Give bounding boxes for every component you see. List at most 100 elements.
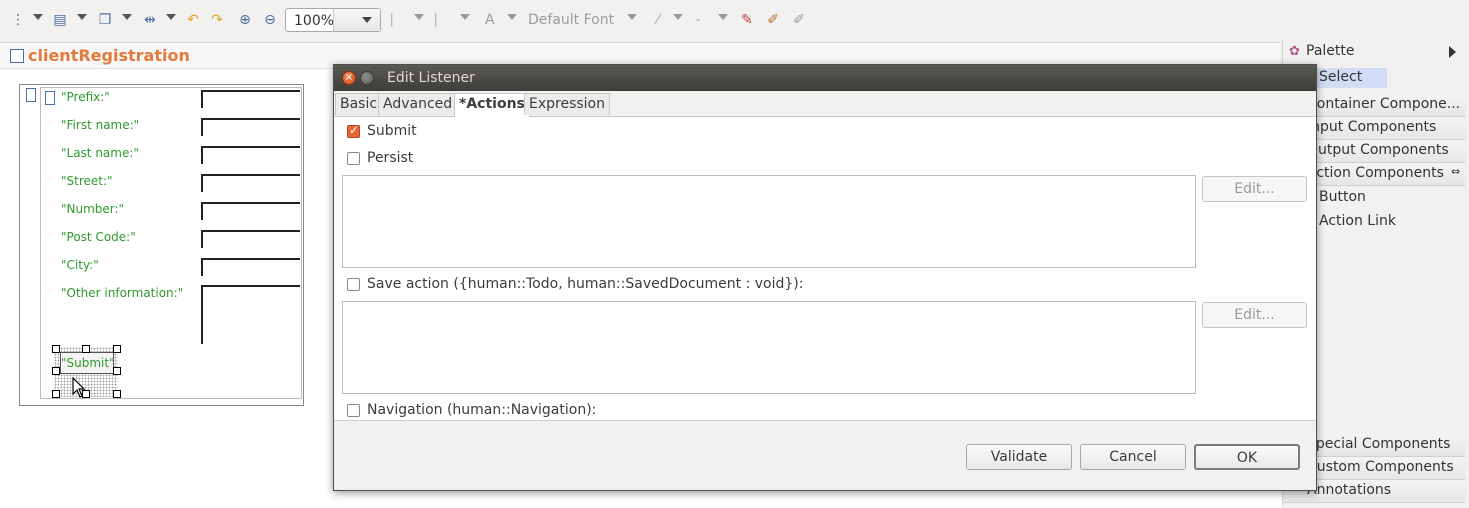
dialog-tabs: Basic Advanced *Actions Expression <box>334 92 1316 117</box>
form-field-number[interactable] <box>201 202 300 220</box>
palette-title: Palette <box>1306 43 1355 59</box>
palette-header[interactable]: ✿ Palette <box>1283 40 1469 64</box>
selection-handle[interactable] <box>82 345 90 353</box>
submit-checkbox[interactable] <box>347 123 360 138</box>
drawer-label: Input Components <box>1307 119 1437 135</box>
selection-handle[interactable] <box>113 390 121 398</box>
page-dropdown[interactable] <box>122 14 132 20</box>
align-right-dropdown[interactable] <box>460 14 470 20</box>
tab-advanced[interactable]: Advanced <box>378 93 458 115</box>
editor-file-icon <box>10 49 24 63</box>
form-field-post-code[interactable] <box>201 230 300 248</box>
navigation-checkbox-label[interactable]: Navigation (human::Navigation): <box>367 402 596 418</box>
palette-collapse-icon[interactable] <box>1449 46 1456 58</box>
dialog-title: Edit Listener <box>387 70 475 86</box>
pin-icon[interactable]: ⇔ <box>1451 165 1460 178</box>
navigation-checkbox[interactable] <box>347 404 360 417</box>
persist-checkbox-label[interactable]: Persist <box>367 150 413 166</box>
form-label-other-information[interactable]: "Other information:" <box>61 286 183 300</box>
dialog-divider <box>334 420 1316 421</box>
form-label-first-name[interactable]: "First name:" <box>61 118 139 132</box>
form-label-number[interactable]: "Number:" <box>61 202 124 216</box>
selection-handle[interactable] <box>52 345 60 353</box>
close-icon[interactable]: × <box>342 71 356 85</box>
form-field-last-name[interactable] <box>201 146 300 164</box>
palette-select-tool[interactable]: Select <box>1319 69 1362 85</box>
dialog-body: Submit Persist Edit... Save action ({hum… <box>334 117 1316 420</box>
ok-button[interactable]: OK <box>1194 444 1300 470</box>
drawer-label: Container Compone... <box>1307 96 1461 112</box>
layout-dropdown[interactable] <box>77 14 87 20</box>
font-dropdown[interactable] <box>627 14 637 20</box>
tree-dropdown[interactable] <box>33 14 43 20</box>
drawer-label: Annotations <box>1307 482 1392 498</box>
tab-actions[interactable]: *Actions <box>454 93 530 117</box>
form-field-first-name[interactable] <box>201 118 300 136</box>
submit-checkbox-label[interactable]: Submit <box>367 123 417 139</box>
form-field-street[interactable] <box>201 174 300 192</box>
zoom-out-icon[interactable]: ⊖ <box>260 10 280 30</box>
form-label-street[interactable]: "Street:" <box>61 174 113 188</box>
persist-list[interactable] <box>342 175 1196 268</box>
selection-handle[interactable] <box>52 390 60 398</box>
layout-icon[interactable]: ▤ <box>50 10 70 30</box>
persist-checkbox[interactable] <box>347 152 360 165</box>
align-left-icon[interactable]: ⎸ <box>388 10 408 30</box>
undo-icon[interactable]: ↶ <box>183 10 203 30</box>
save-action-checkbox-label[interactable]: Save action ({human::Todo, human::SavedD… <box>367 276 803 292</box>
form-area-other-information[interactable] <box>201 285 300 344</box>
form-grid-icon <box>26 88 36 102</box>
save-action-checkbox[interactable] <box>347 278 360 291</box>
selection-handle[interactable] <box>113 345 121 353</box>
zoom-combo[interactable]: 100% <box>285 8 381 32</box>
font-selector[interactable]: Default Font <box>528 12 614 28</box>
eyedropper-icon[interactable]: ✎ <box>737 10 757 30</box>
line-dropdown[interactable] <box>673 14 683 20</box>
line-icon[interactable]: ⁄ <box>648 10 668 30</box>
mouse-cursor-icon <box>72 377 86 398</box>
form-field-city[interactable] <box>201 258 300 276</box>
brush-clear-icon[interactable]: ✐ <box>789 10 809 30</box>
palette-icon: ✿ <box>1289 44 1300 59</box>
cancel-button[interactable]: Cancel <box>1080 444 1186 470</box>
dialog-titlebar[interactable]: × Edit Listener <box>334 65 1316 91</box>
palette-item-button[interactable]: Button <box>1319 189 1366 205</box>
form-label-prefix[interactable]: "Prefix:" <box>61 90 110 104</box>
selection-handle[interactable] <box>113 367 121 375</box>
align-right-icon[interactable]: ⎸ <box>432 10 452 30</box>
drawer-label: Action Components <box>1307 165 1444 181</box>
drawer-label: Custom Components <box>1307 459 1454 475</box>
row-grid-icon <box>45 91 55 105</box>
persist-edit-button[interactable]: Edit... <box>1202 176 1307 202</box>
connect-icon[interactable]: ⇹ <box>140 10 160 30</box>
zoom-value: 100% <box>294 13 335 29</box>
zoom-dropdown-button[interactable] <box>333 9 380 31</box>
selection-handle[interactable] <box>52 367 60 375</box>
minimize-icon[interactable] <box>360 71 374 85</box>
tree-icon[interactable]: ⋮ <box>8 10 28 30</box>
form-label-city[interactable]: "City:" <box>61 258 99 272</box>
connect-dropdown[interactable] <box>166 14 176 20</box>
brush-icon[interactable]: ✐ <box>763 10 783 30</box>
line-style-dropdown[interactable] <box>718 14 728 20</box>
main-toolbar: ⋮ ▤ ❐ ⇹ ↶ ↷ ⊕ ⊖ 100% ⎸ ⎸ A Default Font … <box>0 0 1469 40</box>
line-style-icon[interactable]: - <box>688 10 708 30</box>
form-label-last-name[interactable]: "Last name:" <box>61 146 139 160</box>
align-dropdown[interactable] <box>414 14 424 20</box>
tab-expression[interactable]: Expression <box>524 93 610 115</box>
save-action-list[interactable] <box>342 301 1196 394</box>
validate-button[interactable]: Validate <box>966 444 1072 470</box>
drawer-label: Special Components <box>1307 436 1451 452</box>
font-color-icon[interactable]: A <box>485 12 495 28</box>
redo-icon[interactable]: ↷ <box>207 10 227 30</box>
tab-basic[interactable]: Basic <box>335 93 383 115</box>
page-icon[interactable]: ❐ <box>95 10 115 30</box>
form-submit-button[interactable]: "Submit" <box>60 352 115 374</box>
zoom-in-icon[interactable]: ⊕ <box>235 10 255 30</box>
form-field-prefix[interactable] <box>201 90 300 108</box>
form-label-post-code[interactable]: "Post Code:" <box>61 230 136 244</box>
save-action-edit-button[interactable]: Edit... <box>1202 302 1307 328</box>
editor-title: clientRegistration <box>28 46 190 65</box>
palette-item-action-link[interactable]: Action Link <box>1319 213 1396 229</box>
font-color-dropdown[interactable] <box>507 14 517 20</box>
